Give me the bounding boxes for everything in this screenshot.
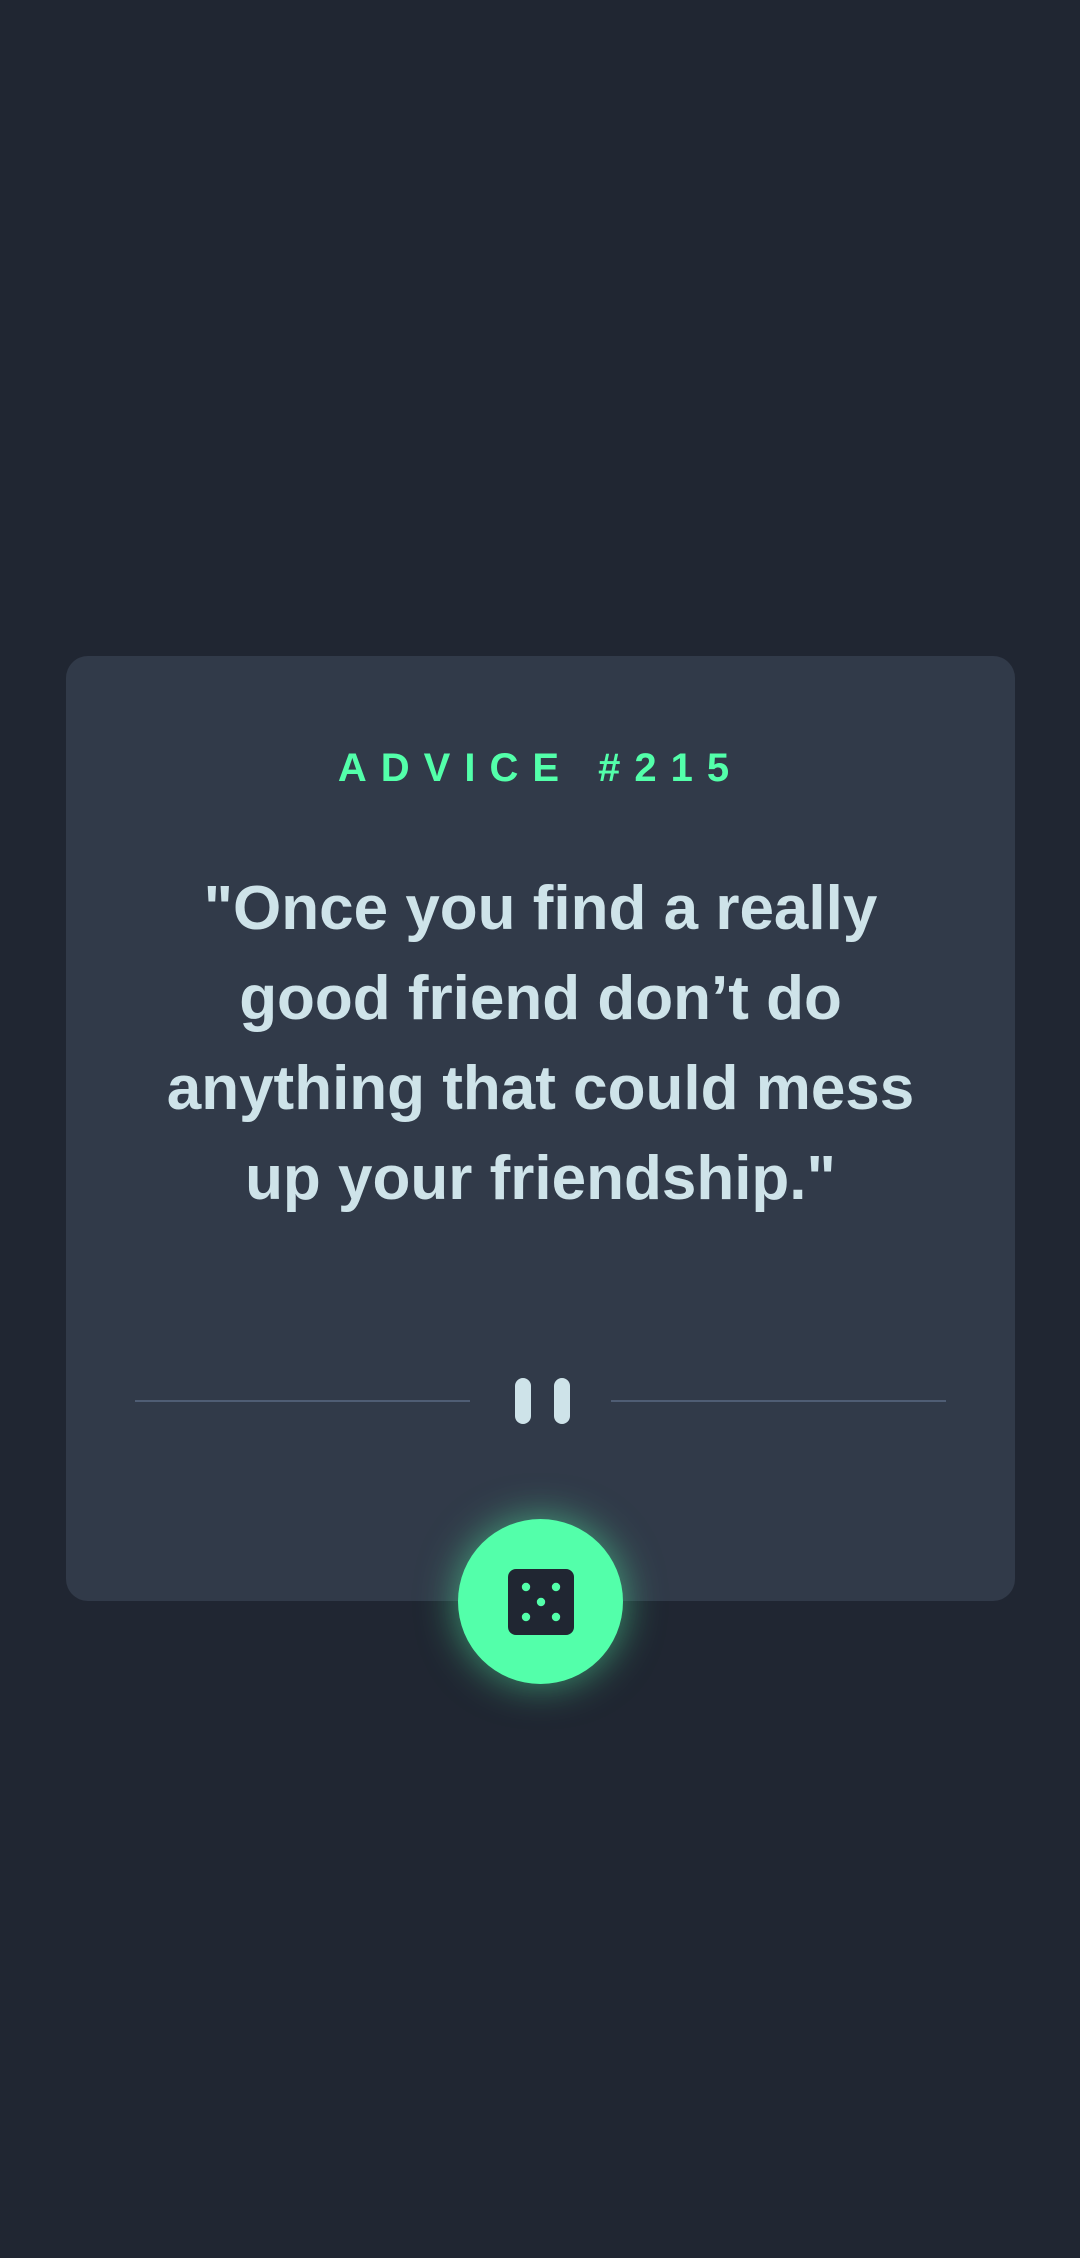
pause-icon bbox=[515, 1378, 570, 1424]
advice-quote: "Once you find a really good friend don’… bbox=[166, 874, 915, 1213]
divider-line-left bbox=[135, 1400, 470, 1402]
pause-bar-left bbox=[515, 1378, 531, 1424]
advice-label-prefix: ADVICE # bbox=[337, 746, 635, 790]
pause-bar-right bbox=[554, 1378, 570, 1424]
dice-icon bbox=[507, 1568, 574, 1635]
divider-line-right bbox=[611, 1400, 946, 1402]
pattern-divider bbox=[66, 1378, 1015, 1424]
advice-label: ADVICE #215 bbox=[66, 744, 1015, 792]
advice-card: ADVICE #215 "Once you find a really good… bbox=[66, 656, 1015, 1601]
advice-id: 215 bbox=[634, 746, 744, 790]
new-advice-button[interactable] bbox=[458, 1519, 623, 1684]
